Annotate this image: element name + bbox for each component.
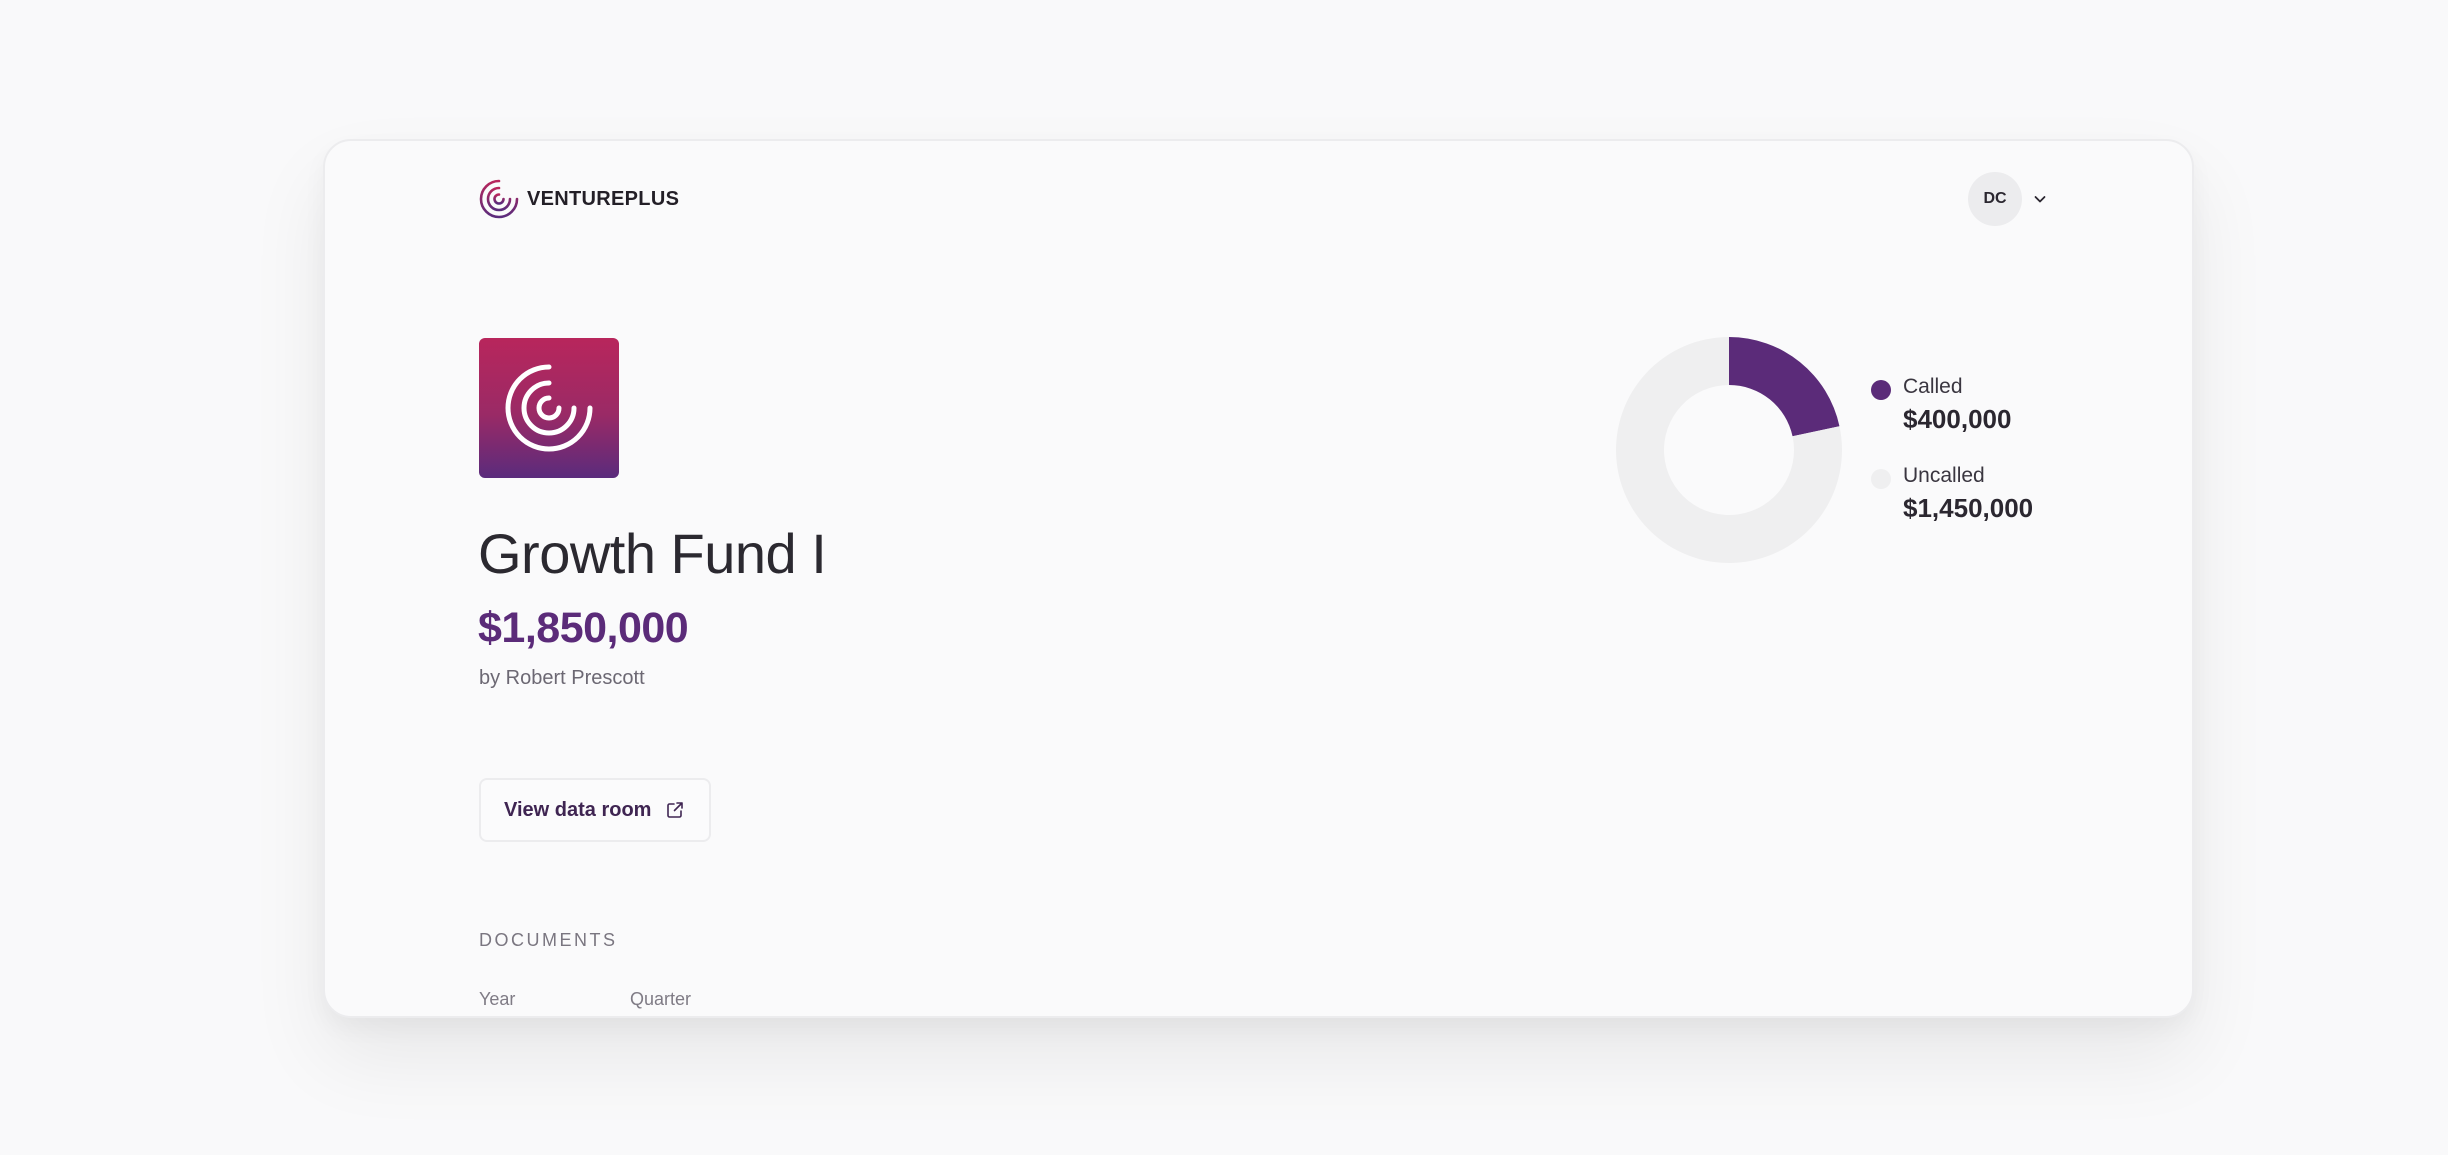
capital-donut-chart — [1616, 337, 1842, 563]
view-data-room-button[interactable]: View data room — [479, 778, 711, 842]
legend-item-called: Called $400,000 — [1871, 374, 2033, 436]
view-data-room-label: View data room — [504, 798, 652, 821]
documents-section-title: DOCUMENTS — [479, 930, 618, 950]
avatar[interactable]: DC — [1968, 172, 2022, 226]
chart-legend: Called $400,000 Uncalled $1,450,000 — [1871, 374, 2033, 552]
donut-slice-called — [1729, 337, 1840, 437]
fund-manager: by Robert Prescott — [479, 667, 645, 689]
column-header-quarter[interactable]: Quarter — [630, 989, 691, 1010]
legend-dot-uncalled — [1871, 469, 1891, 489]
external-link-icon — [667, 802, 684, 818]
fund-logo-icon — [479, 338, 619, 478]
legend-dot-called — [1871, 380, 1891, 400]
fund-name: Growth Fund I — [478, 522, 827, 585]
legend-label-uncalled: Uncalled — [1903, 464, 1985, 487]
brand[interactable]: VENTUREPLUS — [478, 178, 679, 220]
legend-value-uncalled: $1,450,000 — [1903, 493, 2034, 523]
user-menu[interactable]: DC — [1968, 172, 2048, 226]
brand-name: VENTUREPLUS — [527, 187, 680, 210]
fund-total-amount: $1,850,000 — [478, 604, 689, 652]
fund-logo — [479, 338, 619, 478]
legend-value-called: $400,000 — [1903, 404, 2012, 434]
column-header-year[interactable]: Year — [479, 989, 515, 1010]
legend-item-uncalled: Uncalled $1,450,000 — [1871, 463, 2033, 525]
ventureplus-logo-icon — [479, 179, 519, 219]
fund-card: VENTUREPLUS DC Growth Fund I $1,850,000 … — [323, 139, 2194, 1018]
chevron-down-icon[interactable] — [2032, 191, 2048, 207]
legend-label-called: Called — [1903, 375, 1963, 398]
